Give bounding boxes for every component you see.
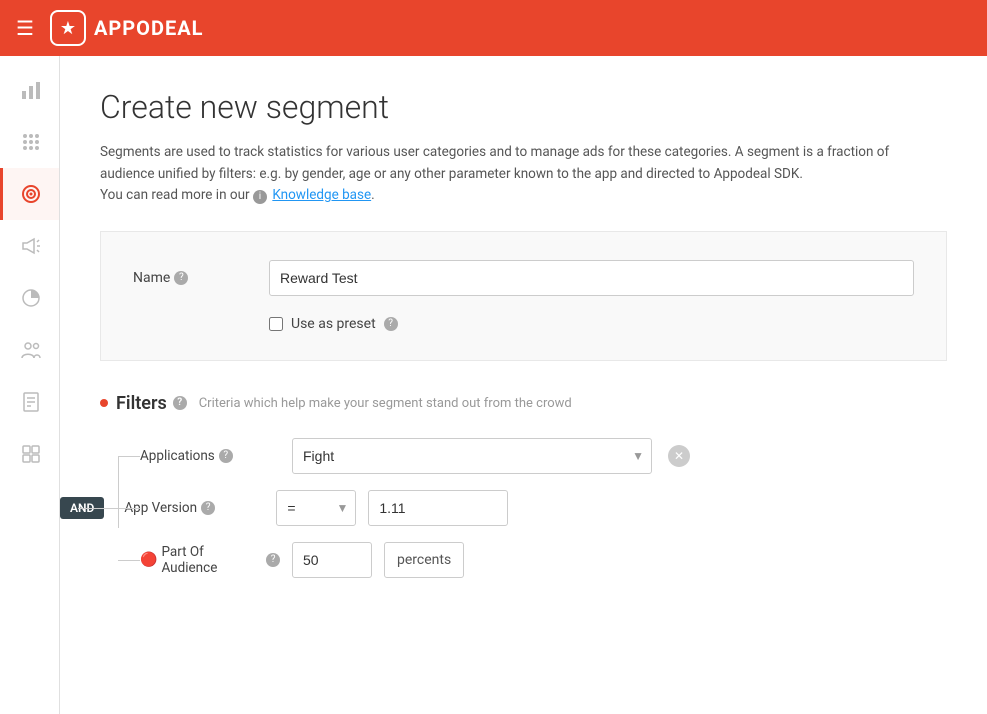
segments-icon xyxy=(20,183,42,205)
sidebar-item-users[interactable] xyxy=(0,324,59,376)
logo-icon: ★ xyxy=(50,10,86,46)
use-as-preset-checkbox[interactable] xyxy=(269,317,283,331)
use-as-preset-label: Use as preset xyxy=(291,316,376,332)
apps-icon xyxy=(20,131,42,153)
filters-section: Filters ? Criteria which help make your … xyxy=(100,393,947,626)
sidebar-item-pie[interactable] xyxy=(0,272,59,324)
applications-select[interactable]: Fight xyxy=(292,438,652,474)
users-icon xyxy=(20,339,42,361)
page-title: Create new segment xyxy=(100,88,947,126)
app-version-label: App Version ? xyxy=(124,500,264,516)
operator-select[interactable]: = != > < xyxy=(276,490,356,526)
filters-header: Filters ? Criteria which help make your … xyxy=(100,393,947,414)
part-of-audience-label: 🔴 Part Of Audience ? xyxy=(140,544,280,576)
filters-title-container: Filters ? xyxy=(116,393,187,414)
clear-applications-button[interactable]: ✕ xyxy=(668,445,690,467)
description-line2: audience unified by filters: e.g. by gen… xyxy=(100,166,803,182)
connector-audience xyxy=(118,560,140,561)
applications-row: Applications ? Fight ▼ ✕ xyxy=(140,438,947,474)
description-line1: Segments are used to track statistics fo… xyxy=(100,144,889,160)
logo-container: ★ APPODEAL xyxy=(50,10,204,46)
filters-dot xyxy=(100,399,108,407)
name-row: Name ? xyxy=(133,260,914,296)
pie-icon xyxy=(20,287,42,309)
connector-applications xyxy=(118,456,140,457)
app-version-input[interactable] xyxy=(368,490,508,526)
sidebar-item-megaphone[interactable] xyxy=(0,220,59,272)
sidebar-item-settings[interactable] xyxy=(0,428,59,480)
units-label: percents xyxy=(384,542,464,578)
sidebar-item-apps[interactable] xyxy=(0,116,59,168)
megaphone-icon xyxy=(20,235,42,257)
description: Segments are used to track statistics fo… xyxy=(100,142,947,207)
sidebar-item-document[interactable] xyxy=(0,376,59,428)
filters-help-icon[interactable]: ? xyxy=(173,396,187,410)
audience-help-icon[interactable]: ? xyxy=(266,553,280,567)
part-of-audience-row: 🔴 Part Of Audience ? percents xyxy=(140,542,947,578)
connector-app-version xyxy=(78,508,140,509)
preset-help-icon[interactable]: ? xyxy=(384,317,398,331)
sidebar-item-chart[interactable] xyxy=(0,64,59,116)
filter-group: Applications ? Fight ▼ ✕ AND App Version… xyxy=(140,438,947,578)
operator-select-wrapper: = != > < ▼ xyxy=(276,490,356,526)
group-line xyxy=(118,456,119,528)
knowledge-base-link[interactable]: Knowledge base xyxy=(272,187,371,203)
audience-value-input[interactable] xyxy=(292,542,372,578)
main-content: Create new segment Segments are used to … xyxy=(60,56,987,714)
info-icon: i xyxy=(253,190,267,204)
document-icon xyxy=(20,391,42,413)
app-version-help-icon[interactable]: ? xyxy=(201,501,215,515)
applications-select-wrapper: Fight ▼ xyxy=(292,438,652,474)
sidebar xyxy=(0,56,60,714)
applications-help-icon[interactable]: ? xyxy=(219,449,233,463)
chart-icon xyxy=(20,79,42,101)
filters-subtitle: Criteria which help make your segment st… xyxy=(199,396,572,411)
filters-title-text: Filters xyxy=(116,393,167,414)
name-label: Name ? xyxy=(133,270,253,286)
description-line3: You can read more in our xyxy=(100,187,250,203)
top-header: ☰ ★ APPODEAL xyxy=(0,0,987,56)
logo-text: APPODEAL xyxy=(94,16,204,40)
hamburger-icon[interactable]: ☰ xyxy=(16,16,34,40)
name-help-icon[interactable]: ? xyxy=(174,271,188,285)
name-input[interactable] xyxy=(269,260,914,296)
preset-row: Use as preset ? xyxy=(269,316,914,332)
settings-icon xyxy=(20,443,42,465)
app-version-row: AND App Version ? = != > < ▼ xyxy=(140,490,947,526)
flame-icon: 🔴 xyxy=(140,552,157,568)
applications-label: Applications ? xyxy=(140,448,280,464)
sidebar-item-segments[interactable] xyxy=(0,168,59,220)
form-section: Name ? Use as preset ? xyxy=(100,231,947,361)
